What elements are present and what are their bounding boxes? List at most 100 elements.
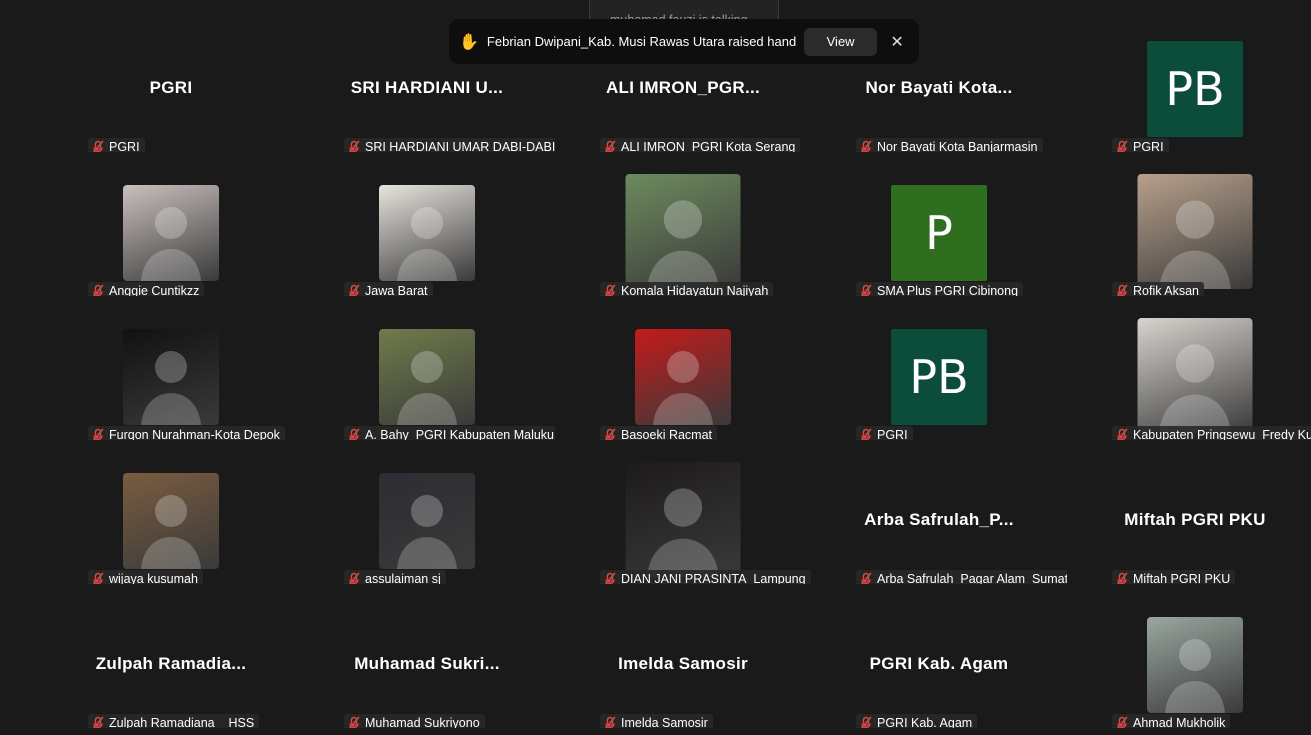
person-icon bbox=[397, 495, 457, 569]
participant-name-label: ALI IMRON_PGRI Kota Serang bbox=[621, 140, 796, 152]
person-icon bbox=[397, 207, 457, 281]
person-icon bbox=[647, 200, 719, 289]
participant-name-tag: SMA Plus PGRI Cibinong bbox=[856, 282, 1024, 296]
person-icon bbox=[653, 351, 713, 425]
participant-name-tag: Rofik Aksan bbox=[1112, 282, 1205, 296]
mic-muted-icon bbox=[1115, 140, 1129, 152]
participant-tile[interactable]: assulaiman sj bbox=[299, 440, 555, 584]
mic-muted-icon bbox=[859, 140, 873, 152]
participant-name-tag: Arba Safrulah_Pagar Alam_Sumatera S... bbox=[856, 570, 1067, 584]
participant-tile[interactable]: Komala Hidayatun Najiyah bbox=[555, 152, 811, 296]
participant-tile[interactable]: Rofik Aksan bbox=[1067, 152, 1311, 296]
participant-name-tag: wijaya kusumah bbox=[88, 570, 203, 584]
mic-muted-icon bbox=[859, 284, 873, 296]
participant-name-tag: PGRI bbox=[856, 426, 913, 440]
participant-tile[interactable]: wijaya kusumah bbox=[43, 440, 299, 584]
avatar bbox=[1137, 318, 1253, 433]
participant-name-label: PGRI bbox=[877, 428, 908, 440]
mic-muted-icon bbox=[347, 284, 361, 296]
mic-muted-icon bbox=[603, 716, 617, 728]
mic-muted-icon bbox=[91, 572, 105, 584]
participant-name-tag: DIAN JANI PRASINTA_Lampung bbox=[600, 570, 811, 584]
participant-name-tag: Kabupaten Pringsewu_Fredy Kurniawan bbox=[1112, 426, 1311, 440]
participant-display-name: PGRI Kab. Agam bbox=[869, 654, 1009, 673]
avatar-initials: P bbox=[891, 185, 987, 281]
participant-name-tag: Imelda Samosir bbox=[600, 714, 713, 728]
participant-name-tag: Anggie Cuntikzz bbox=[88, 282, 205, 296]
participant-name-label: Rofik Aksan bbox=[1133, 284, 1200, 296]
participant-display-name: Muhamad Sukri... bbox=[354, 654, 500, 673]
mic-muted-icon bbox=[603, 140, 617, 152]
close-icon[interactable]: ✕ bbox=[885, 29, 909, 55]
participant-name-tag: SRI HARDIANI UMAR DABI-DABI bbox=[344, 138, 555, 152]
participant-display-name: Arba Safrulah_P... bbox=[864, 510, 1014, 529]
participant-tile[interactable]: PB PGRI bbox=[1067, 8, 1311, 152]
mic-muted-icon bbox=[347, 716, 361, 728]
participant-tile[interactable]: DIAN JANI PRASINTA_Lampung bbox=[555, 440, 811, 584]
raised-hand-notification: ✋ Febrian Dwipani_Kab. Musi Rawas Utara … bbox=[449, 19, 919, 64]
person-icon bbox=[1165, 639, 1225, 713]
participant-name-label: Basoeki Racmat bbox=[621, 428, 713, 440]
participant-name-label: Miftah PGRI PKU bbox=[1133, 572, 1231, 584]
view-button[interactable]: View bbox=[804, 27, 878, 56]
participant-name-label: Furqon Nurahman-Kota Depok bbox=[109, 428, 280, 440]
participant-name-label: DIAN JANI PRASINTA_Lampung bbox=[621, 572, 806, 584]
participant-name-tag: PGRI Kab. Agam bbox=[856, 714, 978, 728]
participant-gallery: PGRI PGRI SRI HARDIANI U... SRI HARDIANI UM… bbox=[0, 0, 1311, 735]
participant-tile[interactable]: A. Bahy_PGRI Kabupaten Maluku Teng... bbox=[299, 296, 555, 440]
avatar bbox=[123, 185, 219, 281]
mic-muted-icon bbox=[91, 428, 105, 440]
participant-name-tag: A. Bahy_PGRI Kabupaten Maluku Teng... bbox=[344, 426, 555, 440]
participant-name-tag: assulaiman sj bbox=[344, 570, 446, 584]
participant-name-label: A. Bahy_PGRI Kabupaten Maluku Teng... bbox=[365, 428, 555, 440]
participant-tile[interactable]: PB PGRI bbox=[811, 296, 1067, 440]
mic-muted-icon bbox=[603, 572, 617, 584]
participant-name-label: PGRI bbox=[1133, 140, 1164, 152]
mic-muted-icon bbox=[1115, 428, 1129, 440]
mic-muted-icon bbox=[347, 572, 361, 584]
participant-tile[interactable]: Zulpah Ramadia... Zulpah Ramadiana _ HSS bbox=[43, 584, 299, 728]
participant-tile[interactable]: Imelda Samosir Imelda Samosir bbox=[555, 584, 811, 728]
avatar bbox=[635, 329, 731, 425]
avatar bbox=[1147, 617, 1243, 713]
mic-muted-icon bbox=[91, 716, 105, 728]
participant-name-tag: Komala Hidayatun Najiyah bbox=[600, 282, 774, 296]
participant-name-label: wijaya kusumah bbox=[109, 572, 198, 584]
raised-hand-icon: ✋ bbox=[459, 33, 479, 51]
participant-name-label: PGRI Kab. Agam bbox=[877, 716, 973, 728]
participant-display-name: ALI IMRON_PGR... bbox=[605, 78, 761, 97]
avatar-initials: PB bbox=[1147, 41, 1243, 137]
participant-name-label: Zulpah Ramadiana _ HSS bbox=[109, 716, 255, 728]
participant-tile[interactable]: Furqon Nurahman-Kota Depok bbox=[43, 296, 299, 440]
participant-tile[interactable]: Muhamad Sukri... Muhamad Sukriyono bbox=[299, 584, 555, 728]
avatar bbox=[123, 329, 219, 425]
mic-muted-icon bbox=[603, 284, 617, 296]
mic-muted-icon bbox=[1115, 284, 1129, 296]
participant-tile[interactable]: Basoeki Racmat bbox=[555, 296, 811, 440]
participant-name-tag: ALI IMRON_PGRI Kota Serang bbox=[600, 138, 801, 152]
person-icon bbox=[141, 495, 201, 569]
person-icon bbox=[647, 488, 719, 577]
participant-tile[interactable]: PGRI Kab. Agam PGRI Kab. Agam bbox=[811, 584, 1067, 728]
participant-name-tag: Ahmad Mukholik bbox=[1112, 714, 1231, 728]
participant-tile[interactable]: Anggie Cuntikzz bbox=[43, 152, 299, 296]
participant-tile[interactable]: Arba Safrulah_P... Arba Safrulah_Pagar Al… bbox=[811, 440, 1067, 584]
participant-name-tag: Basoeki Racmat bbox=[600, 426, 718, 440]
participant-tile[interactable]: Ahmad Mukholik bbox=[1067, 584, 1311, 728]
mic-muted-icon bbox=[859, 572, 873, 584]
mic-muted-icon bbox=[91, 284, 105, 296]
mic-muted-icon bbox=[1115, 572, 1129, 584]
avatar bbox=[625, 174, 741, 289]
mic-muted-icon bbox=[347, 140, 361, 152]
participant-name-label: Muhamad Sukriyono bbox=[365, 716, 480, 728]
participant-tile[interactable]: Miftah PGRI PKU Miftah PGRI PKU bbox=[1067, 440, 1311, 584]
mic-muted-icon bbox=[91, 140, 105, 152]
person-icon bbox=[1159, 200, 1231, 289]
participant-tile[interactable]: Kabupaten Pringsewu_Fredy Kurniawan bbox=[1067, 296, 1311, 440]
participant-display-name: Miftah PGRI PKU bbox=[1124, 510, 1266, 529]
participant-tile[interactable]: PGRI PGRI bbox=[43, 8, 299, 152]
participant-name-label: Kabupaten Pringsewu_Fredy Kurniawan bbox=[1133, 428, 1311, 440]
person-icon bbox=[141, 207, 201, 281]
participant-tile[interactable]: Jawa Barat bbox=[299, 152, 555, 296]
participant-tile[interactable]: P SMA Plus PGRI Cibinong bbox=[811, 152, 1067, 296]
